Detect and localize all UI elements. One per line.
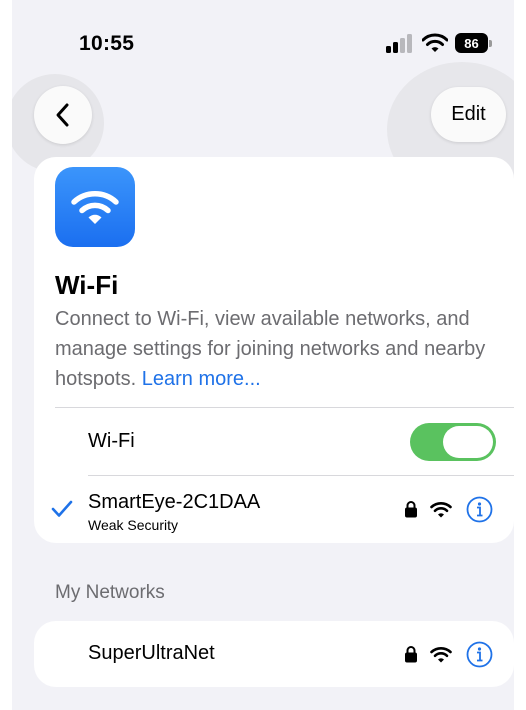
wifi-toggle-label: Wi-Fi (88, 430, 135, 452)
page-description: Connect to Wi-Fi, view available network… (55, 304, 514, 394)
status-time: 10:55 (79, 32, 135, 55)
network-name[interactable]: SuperUltraNet (88, 642, 215, 665)
wifi-signal-icon (430, 647, 452, 663)
divider (88, 475, 514, 476)
checkmark-icon (51, 500, 73, 517)
description-text: Connect to Wi-Fi, view available network… (55, 308, 486, 390)
connected-network-security: Weak Security (88, 517, 178, 533)
my-networks-list: SuperUltraNet (34, 621, 514, 687)
wifi-app-icon (55, 167, 135, 247)
learn-more-link[interactable]: Learn more... (142, 368, 261, 390)
divider (55, 407, 514, 408)
back-button[interactable] (34, 86, 92, 144)
battery-indicator: 86 (455, 33, 488, 53)
wifi-signal-icon (430, 502, 452, 518)
connected-network-name[interactable]: SmartEye-2C1DAA (88, 491, 260, 514)
wifi-toggle[interactable] (410, 423, 496, 461)
settings-screen: 10:55 86 Edit Wi-Fi Connect to Wi-Fi, vi… (12, 0, 514, 710)
edit-button[interactable]: Edit (431, 87, 506, 142)
info-icon[interactable] (466, 641, 493, 668)
section-header-my-networks: My Networks (55, 582, 165, 603)
lock-icon (405, 501, 417, 518)
wifi-card: Wi-Fi Connect to Wi-Fi, view available n… (34, 157, 514, 543)
cellular-signal-icon (386, 33, 414, 53)
toggle-knob (443, 426, 493, 458)
wifi-status-icon (422, 33, 448, 52)
info-icon[interactable] (466, 496, 493, 523)
chevron-left-icon (56, 103, 69, 127)
lock-icon (405, 646, 417, 663)
page-title: Wi-Fi (55, 270, 119, 300)
battery-cap (489, 40, 492, 47)
